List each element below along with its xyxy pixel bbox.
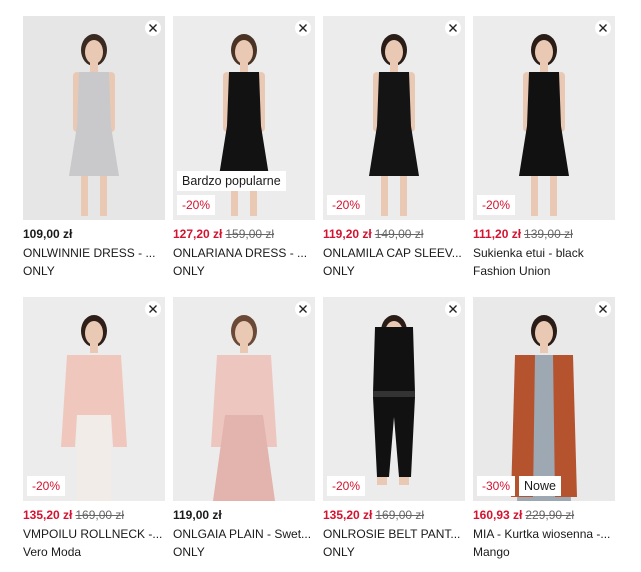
current-price: 135,20 zł xyxy=(23,508,73,522)
product-image[interactable]: -20% xyxy=(23,297,165,501)
product-card[interactable]: -20% 111,20 zł 139,00 zł Sukienka etui - … xyxy=(473,16,615,278)
brand-name: Fashion Union xyxy=(473,264,551,278)
close-icon xyxy=(599,24,607,32)
current-price: 135,20 zł xyxy=(323,508,373,522)
discount-badge: -20% xyxy=(327,195,366,215)
remove-from-wishlist-button[interactable] xyxy=(595,20,611,36)
discount-badge: -30% xyxy=(477,476,516,496)
discount-badge: -20% xyxy=(477,195,516,215)
product-image[interactable]: -20% xyxy=(323,16,465,220)
original-price: 139,00 zł xyxy=(524,227,573,241)
product-card[interactable]: 119,00 zł ONLGAIA PLAIN - Swet... ONLY xyxy=(173,297,315,559)
current-price: 109,00 zł xyxy=(23,227,73,241)
price-row: 160,93 zł 229,90 zł xyxy=(473,508,615,522)
original-price: 159,00 zł xyxy=(225,227,275,241)
brand-name: Mango xyxy=(473,545,510,559)
model-photo xyxy=(173,297,315,501)
badges: -20% xyxy=(327,476,366,496)
badges: -20% xyxy=(27,476,66,496)
remove-from-wishlist-button[interactable] xyxy=(295,301,311,317)
discount-badge: -20% xyxy=(27,476,66,496)
brand-name: ONLY xyxy=(23,264,55,278)
product-name[interactable]: MIA - Kurtka wiosenna -... xyxy=(473,527,615,541)
brand-name: Vero Moda xyxy=(23,545,82,559)
close-icon xyxy=(449,24,457,32)
current-price: 127,20 zł xyxy=(173,227,223,241)
badges: Bardzo popularne -20% xyxy=(177,171,286,215)
price-row: 119,20 zł 149,00 zł xyxy=(323,227,465,241)
close-icon xyxy=(299,305,307,313)
model-photo xyxy=(323,297,465,501)
model-photo xyxy=(473,16,615,220)
remove-from-wishlist-button[interactable] xyxy=(595,301,611,317)
discount-badge: -20% xyxy=(177,195,216,215)
model-photo xyxy=(23,16,165,220)
product-image[interactable]: Nowe -30% Nowe xyxy=(473,297,615,501)
current-price: 119,00 zł xyxy=(173,508,222,522)
product-card[interactable]: -20% 135,20 zł 169,00 zł VMPOILU ROLLNECK… xyxy=(23,297,165,559)
badges: -20% xyxy=(477,195,516,215)
new-badge: Nowe xyxy=(519,476,561,496)
brand-name: ONLY xyxy=(323,264,355,278)
badges: Nowe -30% Nowe xyxy=(477,476,561,496)
original-price: 169,00 zł xyxy=(375,508,425,522)
product-image[interactable]: -20% xyxy=(323,297,465,501)
product-card[interactable]: -20% 135,20 zł 169,00 zł ONLROSIE BELT PA… xyxy=(323,297,465,559)
remove-from-wishlist-button[interactable] xyxy=(145,20,161,36)
current-price: 119,20 zł xyxy=(323,227,372,241)
product-name[interactable]: ONLGAIA PLAIN - Swet... xyxy=(173,527,315,541)
model-photo xyxy=(473,297,615,501)
product-card[interactable]: Bardzo popularne -20% 127,20 zł 159,00 zł… xyxy=(173,16,315,278)
product-image[interactable] xyxy=(23,16,165,220)
product-name[interactable]: ONLROSIE BELT PANT... xyxy=(323,527,465,541)
product-card[interactable]: 109,00 zł ONLWINNIE DRESS - ... ONLY xyxy=(23,16,165,278)
discount-badge: -20% xyxy=(327,476,366,496)
close-icon xyxy=(149,305,157,313)
popularity-badge: Bardzo popularne xyxy=(177,171,286,191)
product-name[interactable]: Sukienka etui - black xyxy=(473,246,615,260)
product-card[interactable]: -20% 119,20 zł 149,00 zł ONLAMILA CAP SLE… xyxy=(323,16,465,278)
price-row: 135,20 zł 169,00 zł xyxy=(23,508,165,522)
remove-from-wishlist-button[interactable] xyxy=(445,301,461,317)
product-name[interactable]: ONLARIANA DRESS - ... xyxy=(173,246,315,260)
close-icon xyxy=(149,24,157,32)
close-icon xyxy=(599,305,607,313)
price-row: 127,20 zł 159,00 zł xyxy=(173,227,315,241)
product-card[interactable]: Nowe -30% Nowe 160,93 zł229,90 zł MIA - … xyxy=(473,297,615,559)
brand-name: ONLY xyxy=(173,545,205,559)
current-price: 111,20 zł xyxy=(473,227,522,241)
price-row: 135,20 zł 169,00 zł xyxy=(323,508,465,522)
product-image[interactable]: Bardzo popularne -20% xyxy=(173,16,315,220)
original-price: 229,90 zł xyxy=(525,508,575,522)
remove-from-wishlist-button[interactable] xyxy=(145,301,161,317)
price-row: 119,00 zł xyxy=(173,508,315,522)
product-name[interactable]: ONLAMILA CAP SLEEV... xyxy=(323,246,465,260)
product-image[interactable] xyxy=(173,297,315,501)
price-row: 111,20 zł 139,00 zł xyxy=(473,227,615,241)
badges: -20% xyxy=(327,195,366,215)
close-icon xyxy=(299,24,307,32)
model-photo xyxy=(323,16,465,220)
original-price: 169,00 zł xyxy=(75,508,125,522)
close-icon xyxy=(449,305,457,313)
brand-name: ONLY xyxy=(323,545,355,559)
product-name[interactable]: ONLWINNIE DRESS - ... xyxy=(23,246,165,260)
remove-from-wishlist-button[interactable] xyxy=(445,20,461,36)
original-price: 149,00 zł xyxy=(374,227,424,241)
remove-from-wishlist-button[interactable] xyxy=(295,20,311,36)
price-row: 109,00 zł xyxy=(23,227,165,241)
brand-name: ONLY xyxy=(173,264,205,278)
model-photo xyxy=(23,297,165,501)
current-price: 160,93 zł xyxy=(473,508,523,522)
product-image[interactable]: -20% xyxy=(473,16,615,220)
product-name[interactable]: VMPOILU ROLLNECK -... xyxy=(23,527,165,541)
